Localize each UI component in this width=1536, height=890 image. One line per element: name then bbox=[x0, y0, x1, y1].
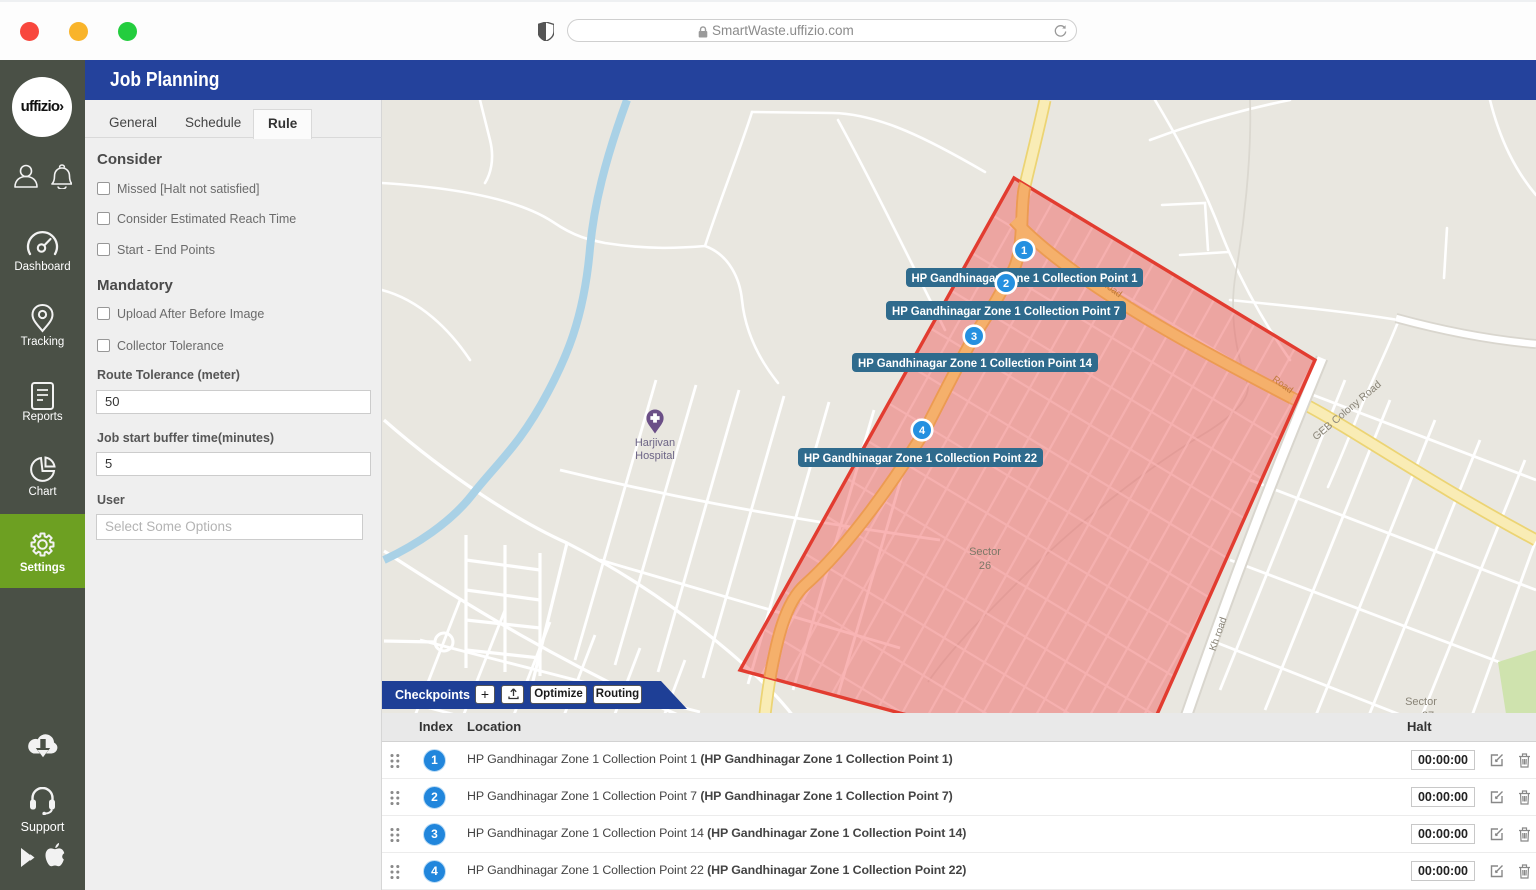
svg-text:HP Gandhinagar Zone 1 Collecti: HP Gandhinagar Zone 1 Collection Point 7 bbox=[892, 304, 1120, 318]
svg-text:HP Gandhinagar Zone 1 Collecti: HP Gandhinagar Zone 1 Collection Point 1… bbox=[858, 356, 1092, 370]
svg-text:3: 3 bbox=[971, 331, 977, 343]
svg-text:4: 4 bbox=[919, 425, 926, 437]
svg-text:2: 2 bbox=[1003, 278, 1009, 290]
svg-text:26: 26 bbox=[979, 560, 991, 572]
svg-text:HP Gandhinagar Zone 1 Collecti: HP Gandhinagar Zone 1 Collection Point 1 bbox=[912, 271, 1138, 285]
svg-text:Hospital: Hospital bbox=[635, 450, 675, 462]
svg-text:1: 1 bbox=[1021, 245, 1027, 257]
svg-text:Harjivan: Harjivan bbox=[635, 437, 675, 449]
svg-text:Sector: Sector bbox=[1405, 696, 1437, 708]
svg-text:Sector: Sector bbox=[969, 546, 1001, 558]
svg-text:HP Gandhinagar Zone 1 Collecti: HP Gandhinagar Zone 1 Collection Point 2… bbox=[804, 451, 1037, 465]
